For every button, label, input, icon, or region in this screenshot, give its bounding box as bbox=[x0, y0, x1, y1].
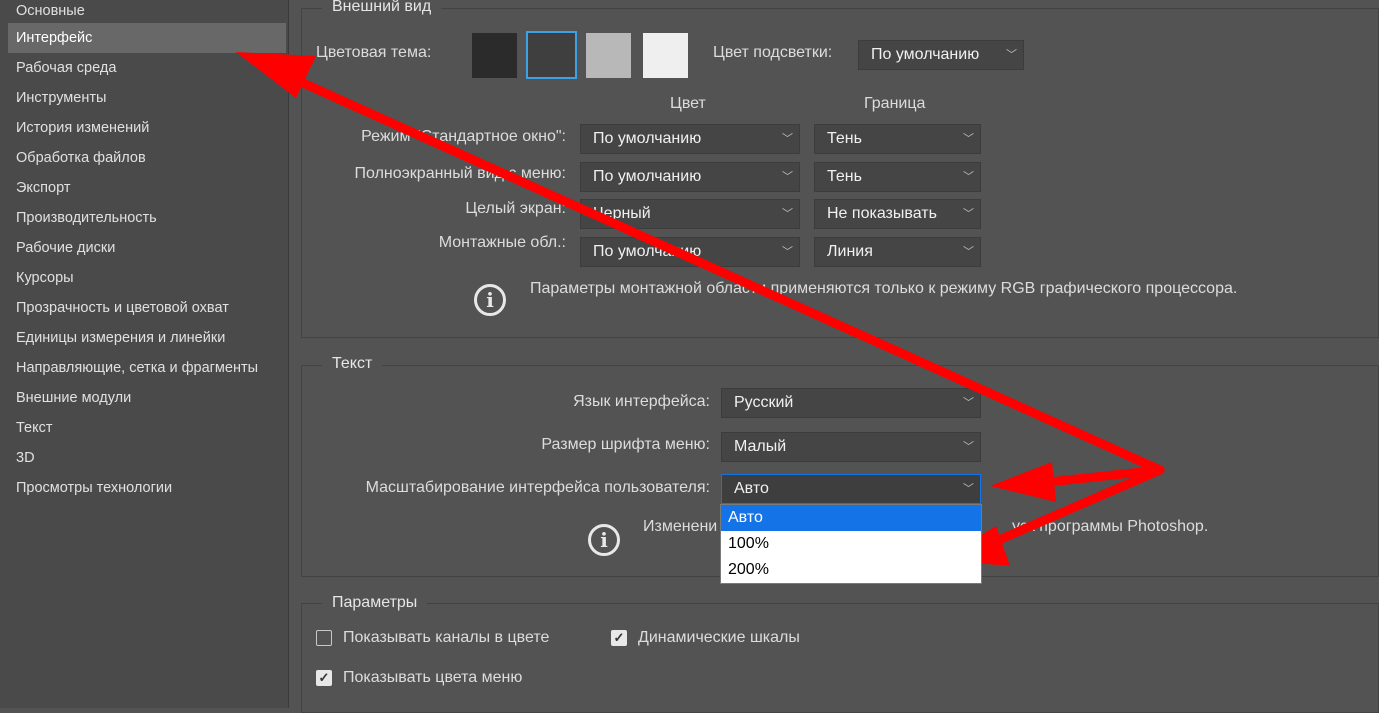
highlight-color-value: По умолчанию bbox=[871, 46, 980, 63]
ui-scaling-select[interactable]: Авто ﹀ bbox=[721, 474, 981, 504]
sidebar-item-units-rulers[interactable]: Единицы измерения и линейки bbox=[8, 323, 286, 353]
chevron-down-icon: ﹀ bbox=[782, 246, 793, 258]
chevron-down-icon: ﹀ bbox=[963, 483, 974, 495]
sidebar-item-tools[interactable]: Инструменты bbox=[8, 83, 286, 113]
ui-language-value: Русский bbox=[734, 394, 794, 411]
info-icon: i bbox=[474, 284, 506, 316]
sidebar-item-type[interactable]: Текст bbox=[8, 413, 286, 443]
artboards-color-value: По умолчанию bbox=[593, 243, 702, 260]
sidebar-item-file-handling[interactable]: Обработка файлов bbox=[8, 143, 286, 173]
params-group-title: Параметры bbox=[322, 594, 428, 612]
dynamic-sliders-checkbox[interactable]: ✓ bbox=[611, 630, 627, 646]
menu-font-size-select[interactable]: Малый ﹀ bbox=[721, 432, 981, 462]
ui-scaling-option-auto[interactable]: Авто bbox=[721, 505, 981, 531]
theme-swatch-dark-selected[interactable] bbox=[526, 31, 577, 79]
chevron-down-icon: ﹀ bbox=[963, 441, 974, 453]
color-theme-label: Цветовая тема: bbox=[316, 44, 432, 61]
fullscreen-menu-color-select[interactable]: По умолчанию ﹀ bbox=[580, 162, 800, 192]
fullscreen-menu-border-value: Тень bbox=[827, 168, 862, 185]
dynamic-sliders-label: Динамические шкалы bbox=[638, 629, 800, 646]
sidebar-item-scratch-disks[interactable]: Рабочие диски bbox=[8, 233, 286, 263]
fullscreen-menu-label: Полноэкранный вид с меню: bbox=[354, 165, 566, 182]
sidebar-item-plugins[interactable]: Внешние модули bbox=[8, 383, 286, 413]
sidebar-item-history[interactable]: История изменений bbox=[8, 113, 286, 143]
show-channels-color-checkbox[interactable] bbox=[316, 630, 332, 646]
ui-scaling-label: Масштабирование интерфейса пользователя: bbox=[365, 479, 710, 496]
appearance-title: Внешний вид bbox=[322, 0, 442, 16]
fullscreen-border-select[interactable]: Не показывать ﹀ bbox=[814, 199, 981, 229]
chevron-down-icon: ﹀ bbox=[782, 208, 793, 220]
chevron-down-icon: ﹀ bbox=[963, 246, 974, 258]
artboard-info-text: Параметры монтажной области применяются … bbox=[530, 280, 1238, 297]
standard-window-border-value: Тень bbox=[827, 130, 862, 147]
chevron-down-icon: ﹀ bbox=[782, 171, 793, 183]
fullscreen-color-value: Черный bbox=[593, 205, 651, 222]
sidebar-item-workspace[interactable]: Рабочая среда bbox=[8, 53, 286, 83]
column-header-color: Цвет bbox=[670, 95, 706, 112]
sidebar-item-tech-previews[interactable]: Просмотры технологии bbox=[8, 473, 286, 503]
ui-language-label: Язык интерфейса: bbox=[573, 393, 710, 410]
fullscreen-menu-color-value: По умолчанию bbox=[593, 168, 702, 185]
show-menu-colors-label: Показывать цвета меню bbox=[343, 669, 523, 686]
menu-font-size-value: Малый bbox=[734, 438, 787, 455]
standard-window-color-select[interactable]: По умолчанию ﹀ bbox=[580, 124, 800, 154]
ui-scaling-dropdown-list: Авто 100% 200% bbox=[720, 504, 982, 584]
sidebar-item-cursors[interactable]: Курсоры bbox=[8, 263, 286, 293]
chevron-down-icon: ﹀ bbox=[1006, 49, 1017, 61]
ui-scaling-option-100[interactable]: 100% bbox=[721, 531, 981, 557]
fullscreen-border-value: Не показывать bbox=[827, 205, 937, 222]
sidebar-item-transparency[interactable]: Прозрачность и цветовой охват bbox=[8, 293, 286, 323]
chevron-down-icon: ﹀ bbox=[963, 133, 974, 145]
sidebar-item-performance[interactable]: Производительность bbox=[8, 203, 286, 233]
theme-swatch-medium[interactable] bbox=[586, 33, 631, 78]
menu-font-size-label: Размер шрифта меню: bbox=[541, 436, 710, 453]
info-icon: i bbox=[588, 524, 620, 556]
chevron-down-icon: ﹀ bbox=[963, 171, 974, 183]
standard-window-label: Режим "Стандартное окно": bbox=[361, 128, 566, 145]
chevron-down-icon: ﹀ bbox=[963, 208, 974, 220]
column-header-border: Граница bbox=[864, 95, 926, 112]
artboards-label: Монтажные обл.: bbox=[438, 234, 566, 251]
artboards-color-select[interactable]: По умолчанию ﹀ bbox=[580, 237, 800, 267]
scaling-info-text-end: уск программы Photoshop. bbox=[1012, 518, 1209, 535]
fullscreen-label: Целый экран: bbox=[465, 200, 566, 217]
sidebar-item-3d[interactable]: 3D bbox=[8, 443, 286, 473]
sidebar-list: Основные Интерфейс Рабочая среда Инструм… bbox=[8, 0, 286, 503]
sidebar-item-general[interactable]: Основные bbox=[8, 0, 286, 23]
show-channels-color-label: Показывать каналы в цвете bbox=[343, 629, 550, 646]
scaling-info-text-start: Изменени bbox=[643, 518, 718, 535]
preferences-sidebar: Основные Интерфейс Рабочая среда Инструм… bbox=[0, 0, 289, 708]
sidebar-item-export[interactable]: Экспорт bbox=[8, 173, 286, 203]
highlight-color-label: Цвет подсветки: bbox=[713, 44, 833, 61]
highlight-color-select[interactable]: По умолчанию ﹀ bbox=[858, 40, 1024, 70]
artboards-border-select[interactable]: Линия ﹀ bbox=[814, 237, 981, 267]
sidebar-item-interface[interactable]: Интерфейс bbox=[8, 23, 286, 53]
standard-window-color-value: По умолчанию bbox=[593, 130, 702, 147]
theme-swatch-light[interactable] bbox=[643, 33, 688, 78]
chevron-down-icon: ﹀ bbox=[963, 397, 974, 409]
show-menu-colors-checkbox[interactable]: ✓ bbox=[316, 670, 332, 686]
params-group bbox=[301, 603, 1379, 713]
ui-scaling-option-200[interactable]: 200% bbox=[721, 557, 981, 583]
ui-scaling-value: Авто bbox=[734, 480, 769, 497]
text-group-title: Текст bbox=[322, 355, 383, 373]
standard-window-border-select[interactable]: Тень ﹀ bbox=[814, 124, 981, 154]
chevron-down-icon: ﹀ bbox=[782, 133, 793, 145]
theme-swatch-darkest[interactable] bbox=[472, 33, 517, 78]
fullscreen-menu-border-select[interactable]: Тень ﹀ bbox=[814, 162, 981, 192]
artboards-border-value: Линия bbox=[827, 243, 873, 260]
sidebar-item-guides-grid[interactable]: Направляющие, сетка и фрагменты bbox=[8, 353, 286, 383]
ui-language-select[interactable]: Русский ﹀ bbox=[721, 388, 981, 418]
fullscreen-color-select[interactable]: Черный ﹀ bbox=[580, 199, 800, 229]
